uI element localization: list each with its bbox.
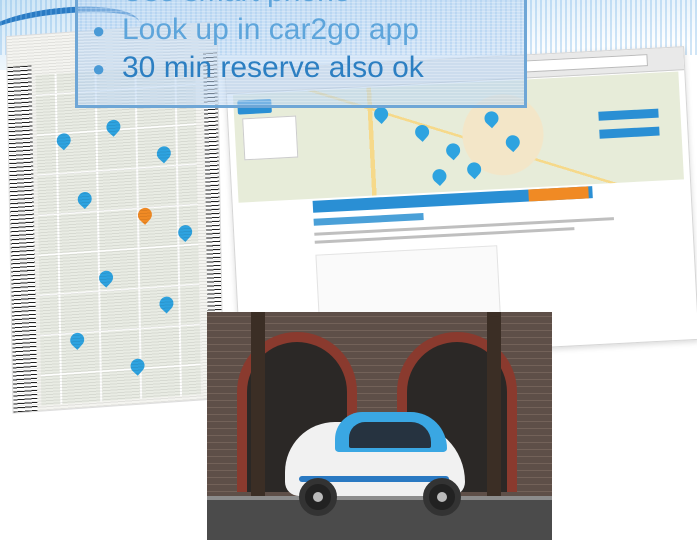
website-headline [313,213,424,226]
bullet-text: Use smart phone [122,0,350,8]
map-pin-icon [443,140,464,161]
website-tab-highlight [528,186,589,202]
street [207,500,552,540]
wheel-icon [299,478,337,516]
map-pin-icon [412,122,433,142]
wheel-icon [423,478,461,516]
bullet-text: Look up in car2go app [122,13,419,46]
text-line [314,227,575,244]
bullet-item: ●Use smart phone [92,0,350,9]
car-window [349,422,431,448]
map-pin-icon [481,108,502,129]
bullet-item: ● 30 min reserve also ok [92,51,424,84]
map-pin-icon [429,166,450,187]
tree-trunk [251,312,265,500]
tree-trunk [487,312,501,500]
bullet-list-box: ●Use smart phone ●Look up in car2go app … [75,0,527,108]
car-photo [207,312,552,540]
bullet-text: 30 min reserve also ok [122,51,424,84]
bullet-item: ● Look up in car2go app [92,13,419,46]
map-pin-icon [502,132,523,153]
map-pin-icon [464,159,485,180]
search-panel [242,115,299,161]
